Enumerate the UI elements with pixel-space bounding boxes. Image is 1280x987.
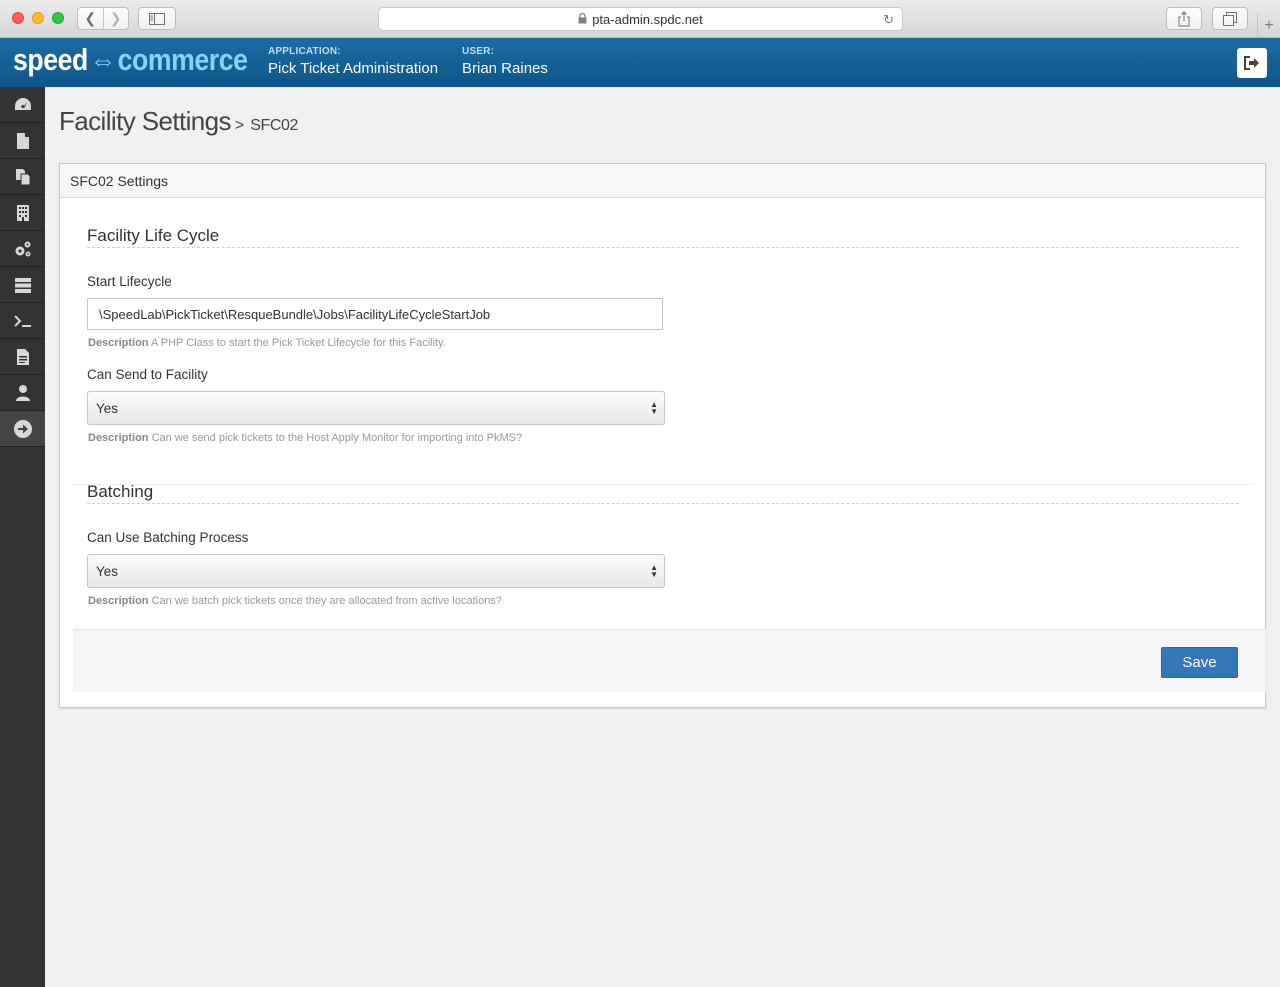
close-window-button[interactable]: [12, 12, 24, 24]
nav-server[interactable]: [0, 267, 45, 303]
forward-icon[interactable]: ❯: [102, 8, 129, 29]
start-lifecycle-help: Description A PHP Class to start the Pic…: [88, 337, 446, 349]
arrow-circle-icon: [13, 419, 32, 438]
form-actions: Save: [73, 629, 1266, 692]
panel-heading: SFC02 Settings: [60, 164, 1265, 198]
batching-help: Description Can we batch pick tickets on…: [88, 595, 502, 607]
settings-panel: SFC02 Settings Facility Life Cycle Start…: [59, 163, 1266, 708]
help-text: A PHP Class to start the Pick Ticket Lif…: [150, 337, 446, 349]
help-label: Description: [88, 595, 149, 607]
help-text: Can we batch pick tickets once they are …: [151, 595, 502, 607]
application-label: APPLICATION:: [268, 46, 341, 57]
batching-value: Yes: [96, 563, 119, 579]
server-icon: [14, 277, 31, 293]
user-value: Brian Raines: [462, 60, 548, 77]
address-bar[interactable]: pta-admin.spdc.net ↻: [378, 7, 903, 31]
back-icon[interactable]: ❮: [78, 8, 103, 29]
page-title-text: Facility Settings: [59, 106, 231, 136]
nav-file[interactable]: [0, 123, 45, 159]
app-header: speed⇔commerce APPLICATION: Pick Ticket …: [0, 38, 1280, 87]
nav-settings[interactable]: [0, 231, 45, 267]
zoom-window-button[interactable]: [52, 12, 64, 24]
nav-building[interactable]: [0, 195, 45, 231]
minimize-window-button[interactable]: [32, 12, 44, 24]
select-caret-icon: ▲ ▼: [650, 400, 658, 416]
breadcrumb-facility: SFC02: [250, 117, 299, 134]
can-send-help: Description Can we send pick tickets to …: [88, 432, 522, 444]
tab-overview-icon[interactable]: [1212, 7, 1248, 30]
application-info: APPLICATION: Pick Ticket Administration: [268, 46, 438, 77]
nav-document[interactable]: [0, 339, 45, 375]
file-icon: [16, 132, 29, 149]
user-icon: [15, 384, 30, 401]
nav-dashboard[interactable]: [0, 87, 45, 123]
select-caret-icon: ▲ ▼: [650, 563, 658, 579]
url-text: pta-admin.spdc.net: [592, 11, 703, 27]
help-label: Description: [88, 337, 149, 349]
nav-copy[interactable]: [0, 159, 45, 195]
nav-user[interactable]: [0, 375, 45, 411]
logo-speed-text: speed: [13, 42, 88, 77]
application-value: Pick Ticket Administration: [268, 60, 439, 77]
can-send-value: Yes: [96, 400, 119, 416]
logo-commerce-text: commerce: [117, 42, 248, 77]
sidebar-toggle-icon[interactable]: [138, 7, 176, 30]
copy-icon: [15, 168, 30, 185]
reload-icon[interactable]: ↻: [883, 12, 894, 28]
breadcrumb-separator: >: [234, 117, 244, 134]
logout-button[interactable]: [1237, 48, 1267, 78]
user-info: USER: Brian Raines: [462, 46, 548, 77]
brand-logo[interactable]: speed⇔commerce: [13, 42, 248, 78]
start-lifecycle-label: Start Lifecycle: [87, 274, 172, 289]
start-lifecycle-input[interactable]: \SpeedLab\PickTicket\ResqueBundle\Jobs\F…: [87, 298, 663, 330]
can-send-select[interactable]: Yes ▲ ▼: [87, 391, 665, 425]
document-icon: [16, 348, 29, 365]
side-navigation: [0, 87, 45, 987]
history-nav: ❮ ❯: [77, 7, 129, 30]
new-tab-icon[interactable]: +: [1257, 14, 1280, 38]
terminal-icon: [13, 314, 31, 327]
save-button[interactable]: Save: [1161, 647, 1238, 678]
gears-icon: [15, 241, 30, 256]
lock-icon: [578, 12, 587, 27]
section-divider: [87, 503, 1239, 504]
help-label: Description: [88, 432, 149, 444]
help-text: Can we send pick tickets to the Host App…: [151, 432, 523, 444]
logo-arrow-icon: ⇔: [89, 42, 117, 77]
nav-goto[interactable]: [0, 411, 45, 447]
sign-out-icon: [1244, 56, 1259, 70]
browser-toolbar: ❮ ❯ pta-admin.spdc.net ↻ +: [0, 0, 1280, 38]
can-send-label: Can Send to Facility: [87, 367, 208, 382]
share-icon[interactable]: [1166, 7, 1202, 30]
page-title: Facility Settings > SFC02: [59, 106, 298, 137]
batching-select[interactable]: Yes ▲ ▼: [87, 554, 665, 588]
dashboard-icon: [14, 97, 31, 110]
section-divider: [87, 247, 1239, 248]
section-title-batching: Batching: [87, 482, 154, 501]
user-label: USER:: [462, 46, 495, 57]
building-icon: [16, 204, 29, 221]
section-separator: [73, 484, 1253, 485]
batching-label: Can Use Batching Process: [87, 530, 249, 545]
nav-terminal[interactable]: [0, 303, 45, 339]
section-title-lifecycle: Facility Life Cycle: [87, 226, 220, 245]
